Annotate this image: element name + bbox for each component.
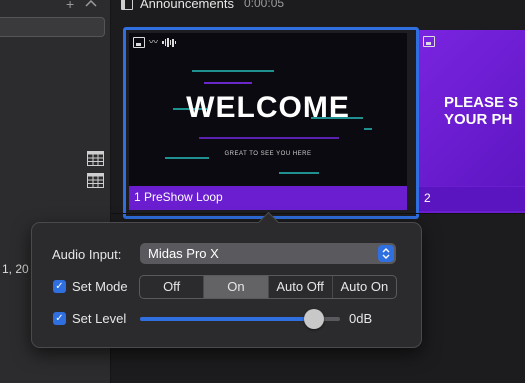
glitch-line	[192, 70, 274, 72]
set-mode-checkbox[interactable]: ✓	[53, 280, 66, 293]
mode-on[interactable]: On	[204, 276, 269, 298]
slide-headline: PLEASE S YOUR PH	[444, 94, 518, 128]
mode-auto-off[interactable]: Auto Off	[269, 276, 333, 298]
audio-input-value: Midas Pro X	[148, 246, 219, 261]
audio-input-label: Audio Input:	[52, 247, 122, 262]
slide-thumbnail: 〰 WELCOME GREAT TO SEE YOU HERE	[129, 33, 407, 186]
set-level-checkbox[interactable]: ✓	[53, 312, 66, 325]
mode-auto-on[interactable]: Auto On	[333, 276, 396, 298]
mustache-icon: 〰	[149, 37, 159, 47]
image-icon	[423, 36, 435, 47]
set-level-label: Set Level	[72, 311, 127, 326]
divider	[111, 213, 525, 214]
document-icon	[121, 0, 133, 10]
slide-1[interactable]: 〰 WELCOME GREAT TO SEE YOU HERE 1 PreSho…	[123, 27, 419, 219]
glitch-line	[364, 128, 372, 130]
playlist-duration: 0:00:05	[244, 0, 285, 10]
slide-label: 1 PreShow Loop	[134, 190, 223, 204]
level-value: 0dB	[349, 311, 373, 326]
slide-label-bar: 1 PreShow Loop	[129, 186, 407, 210]
slide-2[interactable]: PLEASE S YOUR PH 2	[419, 30, 525, 213]
slide-headline: WELCOME	[186, 91, 350, 124]
grid-icon[interactable]	[87, 173, 104, 188]
playlist-header: Announcements 0:00:05	[111, 0, 525, 14]
grid-icon[interactable]	[87, 151, 104, 166]
mode-segmented-control: Off On Auto Off Auto On	[139, 275, 397, 299]
slide-indicators: 〰	[133, 37, 177, 48]
mode-off[interactable]: Off	[140, 276, 205, 298]
playlist-title: Announcements	[140, 0, 234, 11]
chevron-updown-icon[interactable]	[378, 245, 394, 262]
level-slider-fill	[140, 317, 314, 321]
date-text: 1, 20	[2, 262, 29, 276]
slide-thumbnail: PLEASE S YOUR PH	[419, 30, 525, 186]
set-mode-label: Set Mode	[72, 279, 128, 294]
audio-popover: Audio Input: Midas Pro X ✓ Set Mode Off …	[31, 211, 422, 348]
glitch-line	[279, 172, 319, 174]
glitch-line	[204, 82, 252, 84]
headline-line: PLEASE S	[444, 94, 519, 111]
level-slider[interactable]	[140, 309, 340, 329]
add-icon[interactable]: +	[66, 0, 74, 12]
chevron-up-icon[interactable]	[84, 0, 98, 11]
audio-icon	[162, 38, 177, 47]
image-icon	[133, 37, 145, 48]
glitch-line	[165, 157, 209, 159]
search-field[interactable]	[0, 17, 105, 37]
slide-label: 2	[424, 191, 431, 205]
slide-subtitle: GREAT TO SEE YOU HERE	[224, 151, 312, 157]
audio-input-select[interactable]: Midas Pro X	[140, 243, 396, 264]
level-slider-thumb[interactable]	[304, 309, 324, 329]
headline-line: YOUR PH	[444, 111, 513, 128]
glitch-line	[199, 137, 339, 139]
slide-label-bar: 2	[419, 187, 525, 211]
